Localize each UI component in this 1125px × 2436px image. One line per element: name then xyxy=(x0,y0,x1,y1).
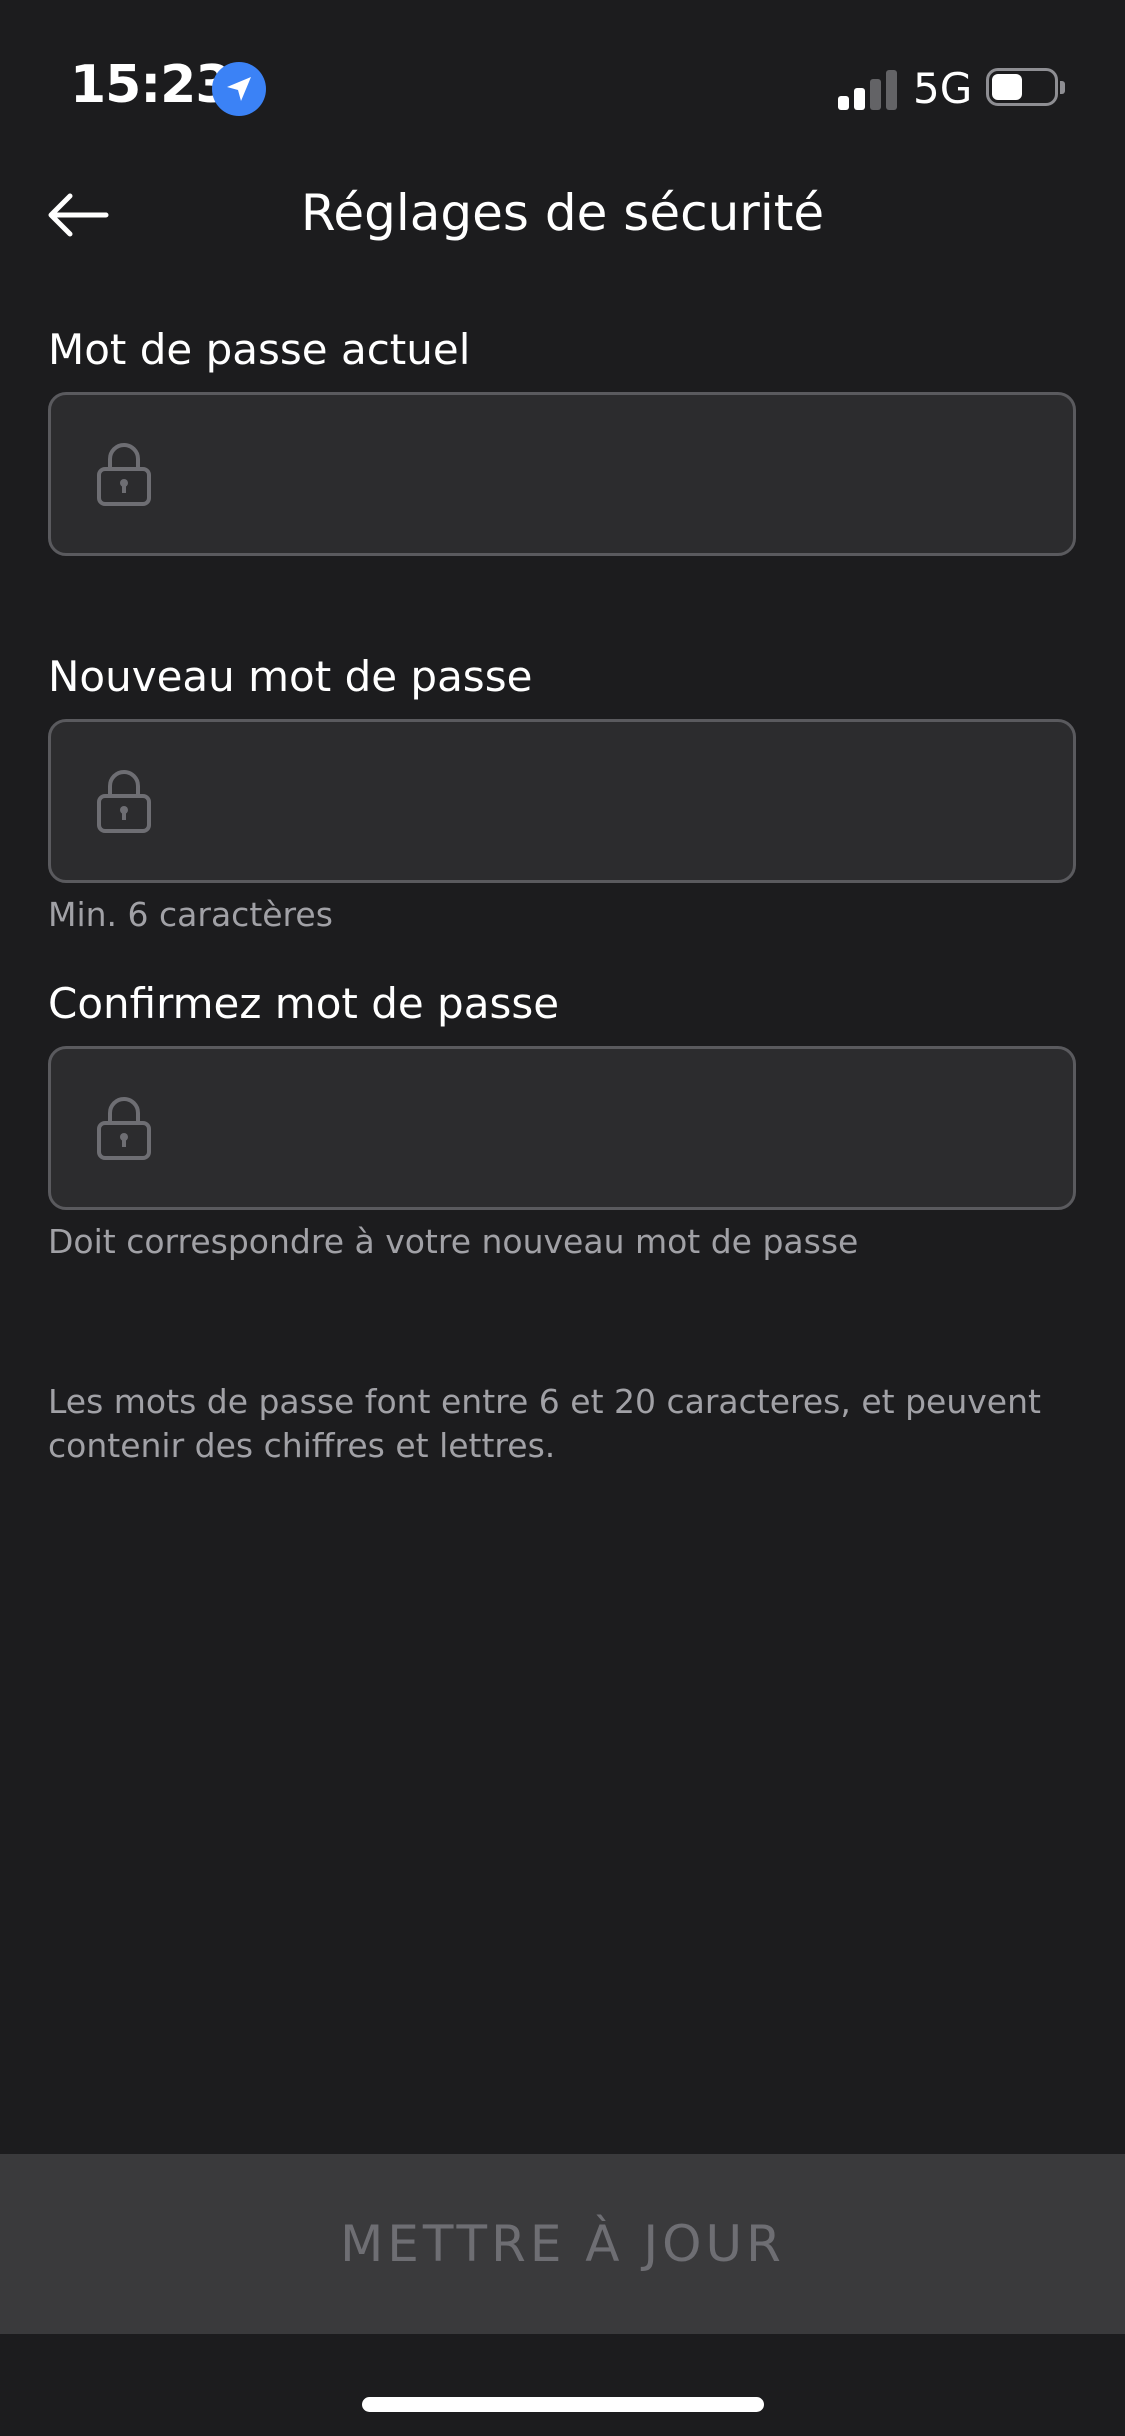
network-type-label: 5G xyxy=(913,64,973,113)
confirm-password-label: Confirmez mot de passe xyxy=(48,979,560,1028)
page-title: Réglages de sécurité xyxy=(300,184,825,242)
current-password-input[interactable] xyxy=(181,395,1045,555)
confirm-password-input-box[interactable] xyxy=(48,1046,1076,1210)
battery-icon xyxy=(986,68,1066,108)
confirm-password-field: Confirmez mot de passe Doit correspondre… xyxy=(48,976,1076,1264)
lock-icon xyxy=(97,1097,151,1160)
lock-icon xyxy=(97,770,151,833)
lock-icon xyxy=(97,443,151,506)
status-bar: 15:23 5G xyxy=(0,0,1125,150)
new-password-input[interactable] xyxy=(181,722,1045,882)
current-password-label: Mot de passe actuel xyxy=(48,325,471,374)
new-password-label: Nouveau mot de passe xyxy=(48,652,533,701)
battery-level-fill xyxy=(992,74,1022,100)
new-password-hint: Min. 6 caractères xyxy=(48,895,333,934)
new-password-field: Nouveau mot de passe Min. 6 caractères xyxy=(48,649,1076,937)
current-password-field: Mot de passe actuel xyxy=(48,322,1076,556)
cellular-signal-icon xyxy=(838,68,900,110)
header: Réglages de sécurité xyxy=(0,170,1125,260)
confirm-password-input[interactable] xyxy=(181,1049,1045,1209)
update-button[interactable]: METTRE À JOUR xyxy=(0,2154,1125,2334)
confirm-password-hint: Doit correspondre à votre nouveau mot de… xyxy=(48,1222,859,1261)
current-password-input-box[interactable] xyxy=(48,392,1076,556)
location-arrow-icon xyxy=(212,62,266,116)
status-time: 15:23 xyxy=(70,55,232,115)
new-password-input-box[interactable] xyxy=(48,719,1076,883)
password-rules-info: Les mots de passe font entre 6 et 20 car… xyxy=(48,1382,1041,1465)
home-indicator xyxy=(362,2397,764,2412)
